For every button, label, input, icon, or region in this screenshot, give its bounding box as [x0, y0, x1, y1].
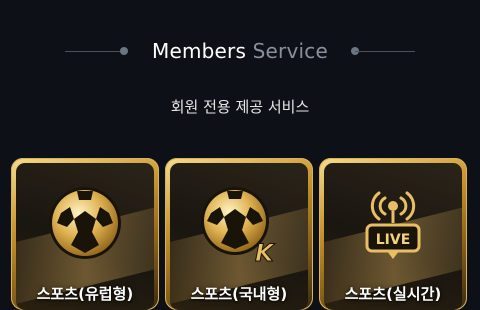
- title-service: Service: [252, 39, 328, 63]
- divider-line-left: [65, 51, 125, 52]
- divider-line-right: [355, 51, 415, 52]
- section-header: Members Service: [0, 34, 480, 68]
- page-subtitle: 회원 전용 제공 서비스: [170, 98, 310, 116]
- card-background: 스포츠(유럽형): [16, 163, 154, 310]
- card-background: LIVE 스포츠(실시간): [324, 163, 462, 310]
- card-label: 스포츠(국내형): [190, 285, 288, 303]
- card-label: 스포츠(유럽형): [36, 285, 134, 303]
- live-broadcast-icon: LIVE: [365, 191, 421, 259]
- card-label: 스포츠(실시간): [344, 285, 442, 303]
- title-members: Members: [152, 39, 247, 63]
- card-background: K 스포츠(국내형): [170, 163, 308, 310]
- card-sports-live[interactable]: LIVE 스포츠(실시간): [319, 158, 467, 310]
- page-title: Members Service: [152, 39, 328, 63]
- live-text: LIVE: [376, 232, 411, 248]
- soccer-ball-icon: [49, 187, 121, 259]
- soccer-ball-k-icon: K: [201, 187, 277, 267]
- card-sports-europe[interactable]: 스포츠(유럽형): [11, 158, 159, 310]
- k-badge: K: [255, 239, 276, 267]
- card-sports-domestic[interactable]: K 스포츠(국내형): [165, 158, 313, 310]
- divider-dot-left: [120, 47, 128, 55]
